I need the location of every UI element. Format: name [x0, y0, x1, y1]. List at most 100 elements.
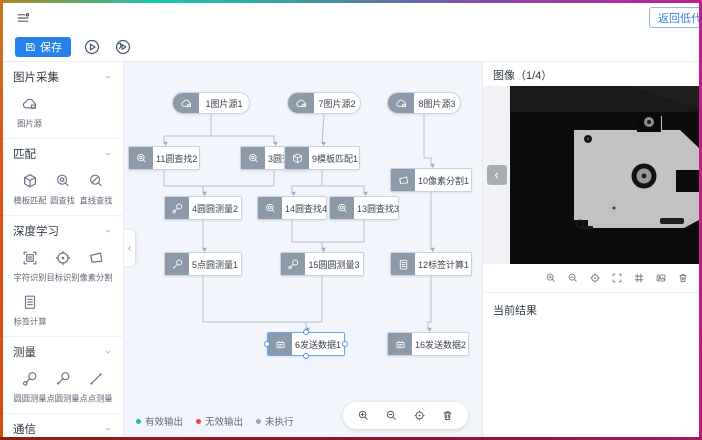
flow-node-12标签计算1[interactable]: 12标签计算1	[390, 252, 472, 276]
app-window: 返回低代 保存 图片采集图片源匹配模板匹配圆查找直线查找深度学习字符识别目标识别…	[0, 0, 702, 440]
preview-panel: 图像（1/4）	[482, 62, 699, 437]
sidebar-item-标签计算[interactable]: 标签计算	[13, 293, 46, 328]
measure-cc-icon	[21, 370, 39, 388]
sidebar-item-圆圆测量[interactable]: 圆圆测量	[13, 370, 46, 405]
flow-node-7图片源2[interactable]: 7图片源2	[287, 92, 361, 114]
sidebar-item-字符识别[interactable]: 字符识别	[13, 249, 46, 284]
locate-icon[interactable]	[413, 409, 426, 422]
sidebar-section-header-通信[interactable]: 通信	[13, 419, 113, 437]
node-icon-measure-cc	[165, 197, 189, 219]
chevron-down-icon	[103, 72, 113, 82]
save-button[interactable]: 保存	[15, 37, 71, 57]
flow-node-15圆圆测量3[interactable]: 15圆圆测量3	[280, 252, 364, 276]
sidebar-item-点圆测量[interactable]: 点圆测量	[46, 370, 79, 405]
sidebar-collapse-handle[interactable]	[124, 230, 135, 266]
flow-edge-5-6	[203, 276, 306, 330]
flow-edge-11-4	[164, 170, 203, 194]
section-title: 测量	[13, 344, 36, 360]
line-find-icon	[87, 172, 105, 190]
run-button[interactable]	[82, 37, 102, 57]
flow-node-5点圆测量1[interactable]: 5点圆测量1	[164, 252, 242, 276]
node-connection-handle[interactable]	[303, 329, 309, 335]
legend-dot	[256, 419, 261, 424]
section-title: 深度学习	[13, 223, 59, 239]
flow-node-14圆查找4[interactable]: 14圆查找4	[257, 196, 327, 220]
node-connection-handle[interactable]	[303, 353, 309, 359]
sidebar-items: 图片源	[13, 86, 113, 130]
locate-icon[interactable]	[589, 272, 601, 284]
sidebar-section-header-图片采集[interactable]: 图片采集	[13, 67, 113, 86]
node-icon-circle-find	[258, 197, 282, 219]
node-connection-handle[interactable]	[264, 341, 270, 347]
sidebar-section: 匹配模板匹配圆查找直线查找	[3, 139, 123, 216]
node-label: 1图片源1	[199, 97, 249, 110]
sidebar-section-header-测量[interactable]: 测量	[13, 342, 113, 361]
node-icon-measure-pc	[165, 253, 189, 275]
node-icon-circle-find	[241, 147, 265, 169]
sidebar-item-模板匹配[interactable]: 模板匹配	[13, 172, 46, 207]
flow-node-16发送数据2[interactable]: 16发送数据2	[387, 332, 469, 356]
flow-node-10像素分割1[interactable]: 10像素分割1	[390, 168, 472, 192]
flow-edge-14-15	[292, 220, 322, 250]
run-step-button[interactable]	[113, 37, 133, 57]
sidebar-item-像素分割[interactable]: 像素分割	[80, 249, 113, 284]
flow-edge-9-13	[322, 170, 364, 194]
sidebar-item-label: 圆圆测量	[13, 393, 46, 405]
flow-node-13圆查找3[interactable]: 13圆查找3	[329, 196, 399, 220]
chevron-down-icon	[103, 347, 113, 357]
menu-icon[interactable]	[13, 8, 33, 28]
legend-label: 未执行	[265, 414, 294, 428]
snapshot-icon[interactable]	[655, 272, 667, 284]
zoom-out-icon[interactable]	[385, 409, 398, 422]
cloud-icon	[180, 97, 193, 110]
back-to-lowcode-button[interactable]: 返回低代	[649, 7, 699, 28]
node-connection-handle[interactable]	[342, 341, 348, 347]
ocr-icon	[21, 249, 39, 267]
flow-node-6发送数据1[interactable]: 6发送数据1	[267, 332, 345, 356]
node-icon-cloud	[288, 93, 314, 113]
legend-item: 未执行	[256, 414, 294, 428]
flow-edge-9-14	[292, 170, 322, 194]
sidebar-item-目标识别[interactable]: 目标识别	[46, 249, 79, 284]
sidebar-section: 深度学习字符识别目标识别像素分割标签计算	[3, 216, 123, 337]
sidebar-item-label: 直线查找	[80, 195, 113, 207]
section-title: 图片采集	[13, 69, 59, 85]
save-label: 保存	[40, 39, 62, 55]
delete-icon[interactable]	[677, 272, 689, 284]
fullscreen-icon[interactable]	[611, 272, 623, 284]
sidebar-items: 圆圆测量点圆测量点点测量	[13, 361, 113, 405]
circle-find-icon	[336, 202, 349, 215]
flow-canvas[interactable]: 1图片源17图片源28图片源311圆查找23圆查找19模板匹配110像素分割14…	[124, 62, 482, 437]
flow-node-4圆圆测量2[interactable]: 4圆圆测量2	[164, 196, 242, 220]
zoom-in-icon[interactable]	[545, 272, 557, 284]
measure-cc-icon	[171, 202, 184, 215]
circle-find-icon	[54, 172, 72, 190]
sidebar-item-直线查找[interactable]: 直线查找	[80, 172, 113, 207]
sidebar-item-点点测量[interactable]: 点点测量	[80, 370, 113, 405]
sidebar-section-header-匹配[interactable]: 匹配	[13, 144, 113, 163]
grid-icon[interactable]	[633, 272, 645, 284]
sidebar-section-header-深度学习[interactable]: 深度学习	[13, 221, 113, 240]
prev-image-button[interactable]	[487, 165, 507, 185]
flow-node-11圆查找2[interactable]: 11圆查找2	[128, 146, 200, 170]
status-legend: 有效输出无效输出未执行	[136, 414, 294, 428]
delete-icon[interactable]	[441, 409, 454, 422]
flow-node-1图片源1[interactable]: 1图片源1	[172, 92, 250, 114]
node-icon-send	[388, 333, 412, 355]
result-header: 当前结果	[483, 293, 699, 327]
cloud-icon	[21, 95, 39, 113]
cloud-icon	[395, 97, 408, 110]
zoom-out-icon[interactable]	[567, 272, 579, 284]
target-icon	[54, 249, 72, 267]
sidebar-item-圆查找[interactable]: 圆查找	[46, 172, 79, 207]
chevron-down-icon	[103, 226, 113, 236]
measure-pc-icon	[171, 258, 184, 271]
sidebar-item-图片源[interactable]: 图片源	[13, 95, 46, 130]
segment-icon	[87, 249, 105, 267]
flow-node-9模板匹配1[interactable]: 9模板匹配1	[284, 146, 360, 170]
sidebar-items: 字符识别目标识别像素分割标签计算	[13, 240, 113, 328]
inspection-image[interactable]	[510, 86, 699, 264]
flow-node-8图片源3[interactable]: 8图片源3	[387, 92, 461, 114]
sidebar-item-label: 目标识别	[46, 272, 79, 284]
zoom-in-icon[interactable]	[357, 409, 370, 422]
